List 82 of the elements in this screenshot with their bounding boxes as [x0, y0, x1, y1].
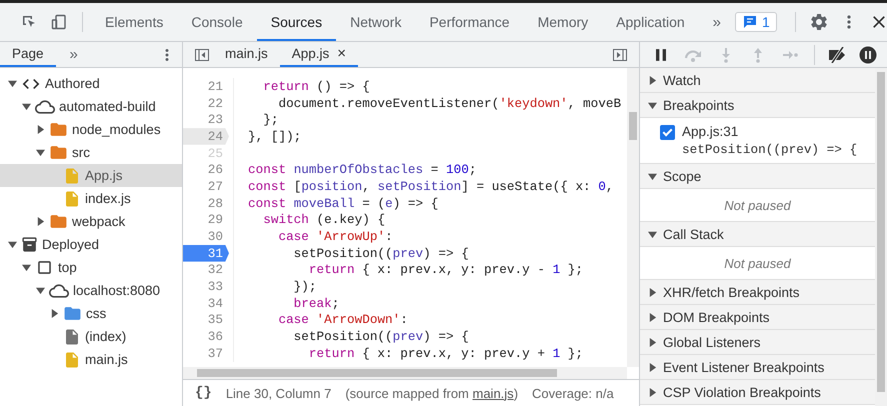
code-line: return { x: prev.x, y: prev.y + 1 };	[308, 346, 584, 361]
line-number[interactable]: 35	[183, 312, 229, 328]
message-icon	[742, 14, 758, 30]
tree-item[interactable]: main.js	[0, 348, 182, 371]
cursor-position: Line 30, Column 7	[226, 386, 332, 400]
section-header[interactable]: Event Listener Breakpoints	[640, 355, 875, 380]
section-header[interactable]: Breakpoints	[640, 93, 875, 118]
code-line: setPosition((prev) => {	[292, 246, 469, 261]
more-tabs-button[interactable]: »	[56, 46, 92, 63]
tree-item[interactable]: node_modules	[0, 118, 182, 141]
line-number[interactable]: 21	[183, 78, 229, 95]
panel-tab[interactable]: Application	[602, 3, 699, 41]
line-number[interactable]: 23	[183, 111, 229, 128]
code-line: return () => {	[262, 78, 370, 94]
line-number[interactable]: 37	[183, 345, 229, 362]
settings-icon[interactable]	[808, 12, 829, 32]
tree-item[interactable]: automated-build	[0, 95, 182, 118]
line-number[interactable]: 36	[183, 328, 229, 345]
section-header[interactable]: Scope	[640, 164, 875, 189]
line-number[interactable]: 22	[183, 94, 229, 112]
code-line: setPosition((prev) => {	[292, 329, 469, 344]
panel-tab[interactable]: Console	[177, 3, 257, 41]
tree-item[interactable]: Authored	[0, 72, 182, 95]
navigator-tab[interactable]: Page	[0, 42, 56, 67]
issues-button[interactable]: 1	[735, 12, 777, 32]
line-number[interactable]: 28	[183, 194, 229, 212]
coverage-status: Coverage: n/a	[532, 386, 614, 400]
panel-tab[interactable]: Network	[336, 3, 416, 41]
checkbox[interactable]	[660, 125, 675, 140]
scrollbar[interactable]	[627, 68, 639, 367]
section-header[interactable]: XHR/fetch Breakpoints	[640, 280, 875, 305]
code-line: });	[292, 279, 317, 294]
line-number[interactable]: 29	[183, 212, 229, 228]
panel-tab[interactable]: Performance	[415, 3, 524, 41]
tree-item[interactable]: index.js	[0, 187, 182, 210]
pause-on-exceptions-icon[interactable]	[859, 46, 877, 64]
code-line: };	[262, 112, 278, 128]
tree-item[interactable]: webpack	[0, 210, 182, 233]
section-header[interactable]: DOM Breakpoints	[640, 305, 875, 330]
line-number[interactable]: 26	[183, 161, 229, 178]
code-line: return { x: prev.x, y: prev.y - 1 };	[308, 262, 584, 278]
file-tab[interactable]: App.js ×	[280, 42, 358, 67]
box-icon	[21, 236, 38, 253]
section-header[interactable]: CSP Violation Breakpoints	[640, 380, 875, 405]
line-number[interactable]: 33	[183, 278, 229, 295]
code-line: const moveBall = (e) => {	[248, 196, 438, 211]
section-header[interactable]: Global Listeners	[640, 330, 875, 355]
code-line: switch (e.key) {	[262, 212, 386, 228]
source-link[interactable]: main.js	[472, 386, 514, 400]
code-line: const [position, setPosition] = useState({ x: 0,	[248, 178, 614, 194]
code-line: }, []);	[248, 128, 302, 144]
sidebar-toggle-icon[interactable]	[612, 46, 628, 62]
tree-item[interactable]: top	[0, 256, 182, 279]
tree-item[interactable]: css	[0, 302, 182, 325]
line-number[interactable]: 30	[183, 228, 229, 245]
scrollbar[interactable]	[183, 367, 627, 379]
panel-tab[interactable]: Elements	[91, 3, 178, 41]
section-header[interactable]: Call Stack	[640, 222, 875, 247]
pretty-print-button[interactable]: {}	[195, 385, 212, 401]
scrollbar[interactable]	[875, 68, 887, 406]
code-line: document.removeEventListener('keydown', moveB	[277, 96, 622, 111]
code-line: case 'ArrowDown':	[277, 312, 408, 328]
line-number[interactable]: 32	[183, 262, 229, 278]
line-number[interactable]: 27	[183, 178, 229, 195]
code-line: const numberOfObstacles = 100;	[248, 162, 476, 178]
source-map-note: (source mapped from main.js)	[345, 386, 518, 400]
tree-item[interactable]: App.js	[0, 164, 182, 187]
line-number[interactable]: 31	[183, 244, 229, 262]
tree-item[interactable]: (index)	[0, 325, 182, 348]
sidebar-toggle-icon[interactable]	[194, 46, 210, 62]
tree-item[interactable]: localhost:8080	[0, 279, 182, 302]
section-header[interactable]: Watch	[640, 68, 875, 93]
tree-item[interactable]: Deployed	[0, 233, 182, 256]
frame-icon	[35, 258, 54, 277]
code-line: case 'ArrowUp':	[277, 229, 393, 244]
line-number[interactable]: 34	[183, 294, 229, 312]
device-icon[interactable]	[51, 14, 67, 30]
file-tab[interactable]: main.js	[213, 42, 280, 67]
code-line: break;	[292, 296, 340, 311]
more-tabs-button[interactable]: »	[698, 14, 736, 30]
tree-item[interactable]: src	[0, 141, 182, 164]
panel-tab[interactable]: Memory	[524, 3, 602, 41]
